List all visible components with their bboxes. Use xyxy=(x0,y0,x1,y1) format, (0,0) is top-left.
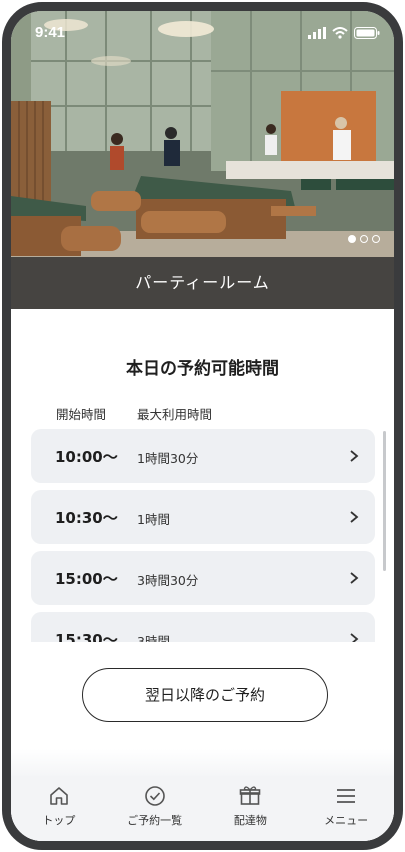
column-header-start: 開始時間 xyxy=(56,407,107,422)
hero-image-carousel[interactable]: 9:41 パーティールーム xyxy=(11,11,394,309)
status-time: 9:41 xyxy=(35,24,66,41)
gift-icon xyxy=(240,786,261,805)
chevron-right-icon xyxy=(350,511,359,523)
slot-start-time: 15:00〜 xyxy=(55,570,118,588)
tab-label: 配達物 xyxy=(233,814,267,827)
menu-icon xyxy=(337,789,356,803)
carousel-dot[interactable] xyxy=(348,235,356,243)
time-slot-row[interactable]: 10:30〜 1時間 xyxy=(31,490,375,544)
chevron-right-icon xyxy=(350,572,359,584)
chevron-right-icon xyxy=(350,450,359,462)
time-slot-row[interactable]: 15:00〜 3時間30分 xyxy=(31,551,375,605)
column-header-max-duration: 最大利用時間 xyxy=(137,407,213,422)
wifi-icon xyxy=(332,27,348,39)
slot-duration: 3時間 xyxy=(137,634,170,642)
slot-duration: 3時間30分 xyxy=(137,573,199,588)
slot-duration: 1時間30分 xyxy=(137,451,199,466)
tab-bar: トップ ご予約一覧 配達物 メニュー xyxy=(11,776,394,841)
cellular-signal-icon xyxy=(308,27,326,39)
room-name-caption: パーティールーム xyxy=(11,257,394,309)
tab-reservation-list[interactable]: ご予約一覧 xyxy=(110,784,200,828)
status-icons xyxy=(308,27,380,39)
carousel-dot[interactable] xyxy=(360,235,368,243)
tab-deliveries[interactable]: 配達物 xyxy=(205,784,295,828)
tab-label: ご予約一覧 xyxy=(127,814,183,827)
slot-start-time: 10:30〜 xyxy=(55,509,118,527)
carousel-dot[interactable] xyxy=(372,235,380,243)
home-icon xyxy=(50,787,68,805)
screen: 9:41 パーティールーム 本日の予約可能時間 開始時間 最大利用時間 10:0… xyxy=(11,11,394,841)
check-circle-icon xyxy=(144,786,165,806)
chevron-right-icon xyxy=(350,633,359,642)
future-reservation-button[interactable]: 翌日以降のご予約 xyxy=(82,668,328,722)
slot-start-time: 10:00〜 xyxy=(55,448,118,466)
tab-label: トップ xyxy=(42,814,76,827)
bottom-fade xyxy=(11,749,394,779)
time-slot-row[interactable]: 10:00〜 1時間30分 xyxy=(31,429,375,483)
slot-duration: 1時間 xyxy=(137,512,170,527)
tab-top[interactable]: トップ xyxy=(14,784,104,828)
status-bar: 9:41 xyxy=(11,11,394,57)
time-slot-row[interactable]: 15:30〜 3時間 xyxy=(31,612,375,642)
phone-frame: 9:41 パーティールーム 本日の予約可能時間 開始時間 最大利用時間 10:0… xyxy=(2,2,403,850)
slot-list-scrollbar[interactable] xyxy=(383,431,386,571)
tab-label: メニュー xyxy=(324,814,369,827)
availability-title: 本日の予約可能時間 xyxy=(126,359,279,379)
time-slot-list[interactable]: 10:00〜 1時間30分 10:30〜 1時間 15:00〜 3時間30分 1… xyxy=(11,429,394,642)
tab-menu[interactable]: メニュー xyxy=(301,784,391,828)
slot-start-time: 15:30〜 xyxy=(55,631,118,642)
carousel-dots[interactable] xyxy=(348,235,380,243)
battery-icon xyxy=(354,27,380,39)
